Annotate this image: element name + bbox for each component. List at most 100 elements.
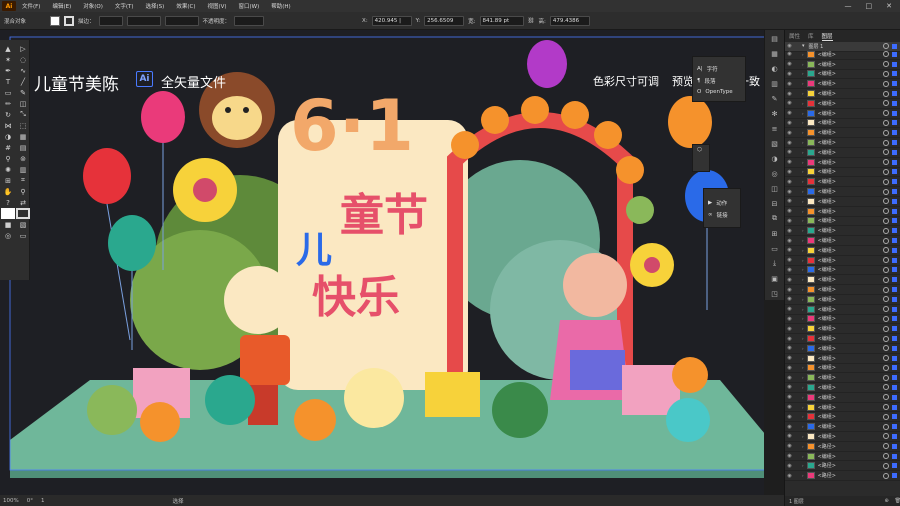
target-icon[interactable]: [883, 51, 889, 58]
target-icon[interactable]: [883, 364, 889, 371]
layer-row[interactable]: ◉ › <编组>: [785, 256, 900, 266]
transform-icon[interactable]: ⊞: [770, 229, 780, 238]
visibility-icon[interactable]: ◉: [785, 433, 794, 439]
expand-icon[interactable]: ›: [802, 120, 804, 125]
visibility-icon[interactable]: ◉: [785, 267, 794, 273]
expand-icon[interactable]: ›: [802, 405, 804, 410]
layer-row[interactable]: ◉ › <编组>: [785, 452, 900, 462]
layer-row[interactable]: ◉ › <编组>: [785, 403, 900, 413]
layer-row[interactable]: ◉ › <编组>: [785, 285, 900, 295]
expand-icon[interactable]: ›: [802, 365, 804, 370]
layer-row[interactable]: ◉ › <编组>: [785, 168, 900, 178]
menu-object[interactable]: 对象(O): [77, 2, 109, 10]
expand-icon[interactable]: ›: [802, 454, 804, 459]
expand-icon[interactable]: ›: [802, 209, 804, 214]
symbols-icon[interactable]: ✻: [770, 109, 780, 118]
layer-row[interactable]: ◉ › <编组>: [785, 383, 900, 393]
expand-icon[interactable]: ›: [802, 179, 804, 184]
magic-wand-tool-icon[interactable]: ✶: [1, 54, 15, 65]
visibility-icon[interactable]: ◉: [785, 51, 794, 57]
layer-row[interactable]: ◉ › <编组>: [785, 99, 900, 109]
expand-icon[interactable]: ›: [802, 52, 804, 57]
target-icon[interactable]: [883, 266, 889, 273]
curvature-tool-icon[interactable]: ∿: [16, 65, 30, 76]
target-icon[interactable]: [883, 188, 889, 195]
expand-icon[interactable]: ›: [802, 62, 804, 67]
target-icon[interactable]: [883, 159, 889, 166]
expand-icon[interactable]: ›: [802, 258, 804, 263]
target-icon[interactable]: [883, 335, 889, 342]
layer-row[interactable]: ◉ › <编组>: [785, 109, 900, 119]
expand-icon[interactable]: ›: [802, 346, 804, 351]
expand-icon[interactable]: ›: [802, 287, 804, 292]
visibility-icon[interactable]: ◉: [785, 326, 794, 332]
target-icon[interactable]: [883, 306, 889, 313]
target-icon[interactable]: [883, 276, 889, 283]
layer-row[interactable]: ◉ › <编组>: [785, 275, 900, 286]
color-mode-icon[interactable]: ■: [1, 219, 15, 230]
app-logo[interactable]: Ai: [2, 1, 16, 11]
menu-type[interactable]: 文字(T): [109, 2, 140, 10]
visibility-icon[interactable]: ◉: [785, 365, 794, 371]
layer-row[interactable]: ◉ › <编组>: [785, 187, 900, 197]
appearance-icon[interactable]: ◎: [770, 169, 780, 178]
layer-row[interactable]: ◉ › <编组>: [785, 432, 900, 442]
help-icon[interactable]: ?: [1, 197, 15, 208]
target-icon[interactable]: [883, 453, 889, 460]
layer-row[interactable]: ◉ › <路径>: [785, 471, 900, 482]
stroke-color-icon[interactable]: [16, 208, 30, 219]
brush-field[interactable]: [164, 15, 199, 26]
type-tool-icon[interactable]: T: [1, 76, 15, 87]
visibility-icon[interactable]: ◉: [785, 345, 794, 351]
menu-help[interactable]: 帮助(H): [265, 2, 296, 10]
layer-row[interactable]: ◉ › <编组>: [785, 236, 900, 246]
artwork-illustration[interactable]: 6·1 童节 儿 快乐: [0, 30, 764, 495]
zoom-tool-icon[interactable]: ⚲: [16, 186, 30, 197]
expand-icon[interactable]: ›: [802, 277, 804, 282]
visibility-icon[interactable]: ◉: [785, 414, 794, 420]
artboard-number[interactable]: 1: [41, 498, 45, 504]
stroke-icon[interactable]: ≡: [770, 124, 780, 133]
visibility-icon[interactable]: ◉: [785, 43, 794, 49]
expand-icon[interactable]: ›: [802, 140, 804, 145]
visibility-icon[interactable]: ◉: [785, 287, 794, 293]
visibility-icon[interactable]: ◉: [785, 404, 794, 410]
target-icon[interactable]: [883, 119, 889, 126]
maximize-button[interactable]: □: [866, 2, 873, 10]
expand-icon[interactable]: ›: [802, 316, 804, 321]
layer-row[interactable]: ◉ › <路径>: [785, 461, 900, 472]
menu-view[interactable]: 视图(V): [201, 2, 232, 10]
layer-row[interactable]: ◉ › <编组>: [785, 89, 900, 99]
visibility-icon[interactable]: ◉: [785, 473, 794, 479]
visibility-icon[interactable]: ◉: [785, 140, 794, 146]
target-icon[interactable]: [883, 472, 889, 479]
target-icon[interactable]: [883, 70, 889, 77]
free-transform-tool-icon[interactable]: ⬚: [16, 120, 30, 131]
tab-layers[interactable]: 图层: [821, 32, 833, 41]
panel-item-opentype[interactable]: O OpenType: [693, 87, 745, 97]
fill-swatch[interactable]: [50, 15, 61, 26]
gradient-mode-icon[interactable]: ▧: [16, 219, 30, 230]
lasso-tool-icon[interactable]: ◌: [16, 54, 30, 65]
layer-row[interactable]: ◉ › <编组>: [785, 334, 900, 344]
tab-properties[interactable]: 属性: [789, 32, 800, 40]
layer-row[interactable]: ◉ › <编组>: [785, 197, 900, 207]
mesh-tool-icon[interactable]: #: [1, 142, 15, 153]
expand-icon[interactable]: ›: [802, 81, 804, 86]
target-icon[interactable]: [883, 462, 889, 469]
asset-export-icon[interactable]: ⤓: [770, 259, 780, 268]
target-icon[interactable]: [883, 433, 889, 440]
drawing-mode-icon[interactable]: ◎: [1, 230, 15, 241]
brushes-icon[interactable]: ✎: [770, 94, 780, 103]
visibility-icon[interactable]: ◉: [785, 189, 794, 195]
target-icon[interactable]: [883, 296, 889, 303]
align-icon[interactable]: ⊟: [770, 199, 780, 208]
visibility-icon[interactable]: ◉: [785, 228, 794, 234]
layer-row[interactable]: ◉ › <编组>: [785, 158, 900, 168]
target-icon[interactable]: [883, 394, 889, 401]
menu-edit[interactable]: 编辑(E): [46, 2, 77, 10]
visibility-icon[interactable]: ◉: [785, 149, 794, 155]
target-icon[interactable]: [883, 139, 889, 146]
expand-icon[interactable]: ›: [802, 463, 804, 468]
target-icon[interactable]: [883, 384, 889, 391]
